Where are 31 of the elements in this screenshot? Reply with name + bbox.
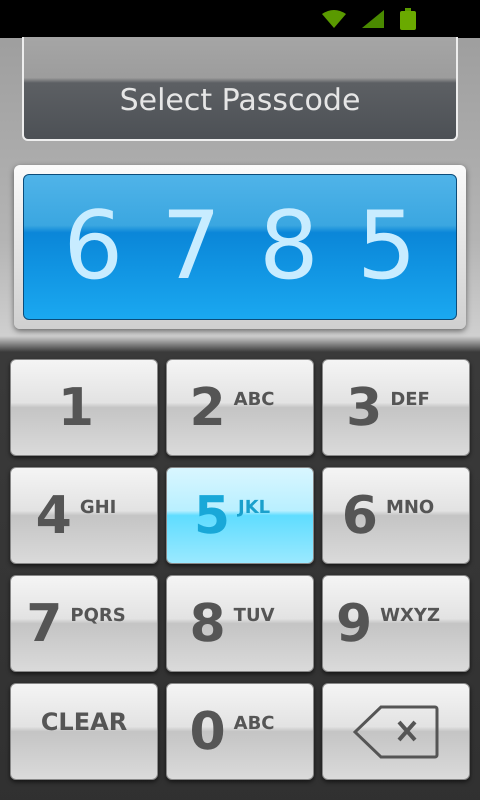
key-letters: ABC: [234, 712, 275, 736]
passcode-digit: 8: [259, 200, 319, 294]
key-digit: 6: [342, 490, 378, 542]
key-label: CLEAR: [40, 710, 128, 734]
key-digit: 0: [189, 706, 226, 758]
keypad-key[interactable]: CLEAR: [10, 683, 158, 780]
key-letters: WXYZ: [380, 604, 440, 628]
key-digit: 4: [36, 490, 72, 542]
key-letters: GHI: [80, 496, 116, 520]
signal-icon: [362, 10, 384, 28]
key-letters: ABC: [234, 388, 275, 412]
key-letters: DEF: [390, 388, 430, 412]
key-letters: MNO: [386, 496, 434, 520]
passcode-digit: 5: [356, 200, 417, 294]
keypad-key[interactable]: [322, 683, 470, 780]
key-digit: 3: [346, 382, 382, 434]
key-letters: JKL: [238, 496, 270, 520]
key-digit: 1: [58, 382, 94, 434]
key-letters: PQRS: [70, 604, 126, 628]
key-letters: TUV: [234, 604, 274, 628]
wifi-icon: [322, 10, 346, 28]
key-digit: 9: [336, 598, 372, 650]
keypad-key[interactable]: 1: [10, 359, 158, 456]
backspace-icon: [353, 704, 439, 758]
key-digit: 2: [189, 382, 226, 434]
key-digit: 8: [189, 598, 226, 650]
title-text: Select Passcode: [120, 82, 360, 120]
key-digit: 7: [26, 598, 62, 650]
passcode-digit: 6: [63, 200, 124, 294]
passcode-digit: 7: [161, 200, 221, 294]
battery-icon: [400, 8, 416, 30]
